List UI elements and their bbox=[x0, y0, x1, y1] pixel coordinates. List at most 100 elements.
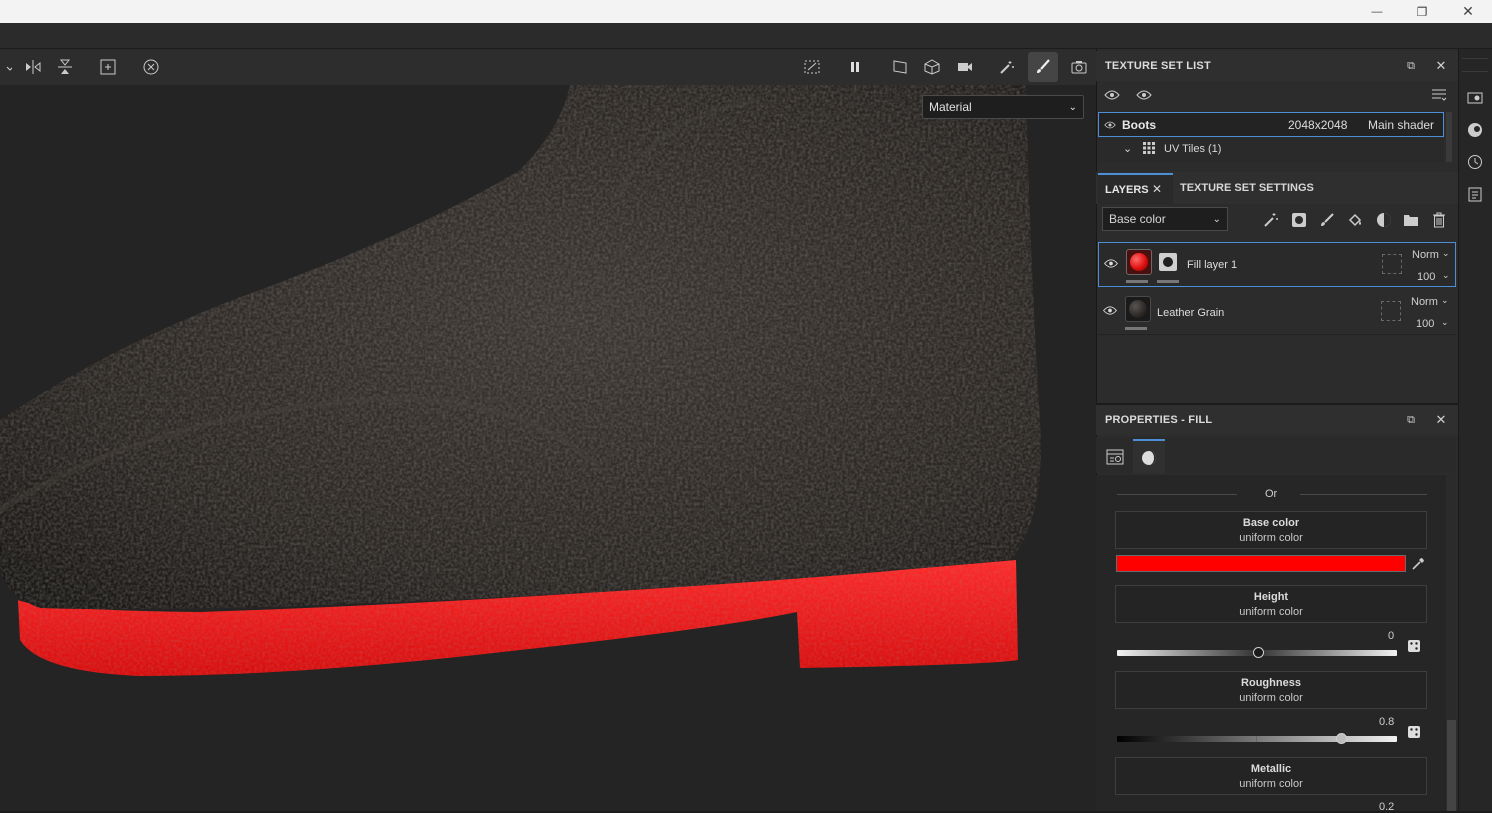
camera-settings-button[interactable] bbox=[950, 52, 980, 82]
display-settings-icon bbox=[1467, 92, 1483, 104]
add-paint-layer-button[interactable] bbox=[1318, 211, 1336, 229]
channel-dropdown[interactable]: Base color ⌄ bbox=[1102, 207, 1228, 231]
texture-set-list-title: TEXTURE SET LIST bbox=[1105, 60, 1211, 72]
texture-set-menu-button[interactable] bbox=[1430, 86, 1448, 104]
dice-icon bbox=[1408, 726, 1420, 738]
height-channel-button[interactable]: Height uniform color bbox=[1115, 585, 1427, 623]
tab-layers-label: LAYERS bbox=[1105, 184, 1149, 196]
metallic-channel-button[interactable]: Metallic uniform color bbox=[1115, 757, 1427, 795]
height-random-button[interactable] bbox=[1405, 637, 1423, 655]
sidebar-history[interactable] bbox=[1467, 154, 1483, 170]
height-slider[interactable] bbox=[1117, 647, 1397, 658]
chevron-down-icon: ⌄ bbox=[1212, 213, 1221, 225]
eyedropper-icon bbox=[1412, 558, 1424, 570]
minimize-button[interactable]: — bbox=[1354, 0, 1400, 23]
height-slider-handle[interactable] bbox=[1253, 647, 1264, 658]
toggle-visibility-all-button[interactable] bbox=[1103, 86, 1121, 104]
frame-selection-button[interactable] bbox=[93, 52, 123, 82]
eye-icon[interactable] bbox=[1102, 305, 1118, 319]
chevron-down-icon[interactable]: ⌄ bbox=[1442, 270, 1450, 281]
close-texture-set-button[interactable]: ✕ bbox=[1432, 57, 1450, 75]
layer-row-leather-grain[interactable]: Leather Grain Norm ⌄ 100 ⌄ bbox=[1098, 290, 1456, 335]
roughness-value[interactable]: 0.8 bbox=[1379, 716, 1394, 728]
properties-title: PROPERTIES - FILL bbox=[1105, 414, 1213, 426]
mirror-y-icon bbox=[58, 59, 72, 74]
layer-anchor-slot[interactable] bbox=[1382, 254, 1402, 274]
eye-cycle-icon bbox=[1104, 90, 1120, 100]
eye-icon[interactable] bbox=[1104, 119, 1116, 133]
roughness-slider-handle[interactable] bbox=[1336, 733, 1347, 744]
sidebar-log[interactable] bbox=[1467, 186, 1483, 202]
close-icon[interactable]: ✕ bbox=[1152, 182, 1162, 196]
roughness-random-button[interactable] bbox=[1405, 723, 1423, 741]
reset-view-button[interactable] bbox=[136, 52, 166, 82]
undock-properties-button[interactable]: ⧉ bbox=[1402, 411, 1420, 429]
screenshot-button[interactable] bbox=[1064, 52, 1094, 82]
height-value[interactable]: 0 bbox=[1388, 630, 1394, 642]
solo-visibility-button[interactable] bbox=[1135, 86, 1153, 104]
eye-icon[interactable] bbox=[1103, 258, 1119, 272]
toggle-hud-button[interactable] bbox=[797, 52, 827, 82]
chevron-down-icon[interactable]: ⌄ bbox=[1441, 317, 1449, 328]
texture-set-scrollbar[interactable] bbox=[1446, 112, 1452, 162]
brush-settings-button[interactable] bbox=[992, 52, 1022, 82]
mirror-x-button[interactable] bbox=[18, 52, 48, 82]
texture-set-row-boots[interactable]: Boots 2048x2048 Main shader bbox=[1098, 112, 1444, 137]
view-3d-button[interactable] bbox=[917, 52, 947, 82]
layer-anchor-slot[interactable] bbox=[1381, 301, 1401, 321]
sidebar-display-settings[interactable] bbox=[1467, 90, 1483, 106]
paint-mode-button[interactable] bbox=[1028, 52, 1058, 82]
delete-layer-button[interactable] bbox=[1430, 211, 1448, 229]
close-icon: ✕ bbox=[1462, 3, 1474, 19]
color-picker-button[interactable] bbox=[1409, 555, 1427, 573]
uv-tiles-row[interactable]: ⌄ UV Tiles (1) bbox=[1098, 138, 1444, 162]
mirror-y-button[interactable] bbox=[50, 52, 80, 82]
layer-opacity[interactable]: 100 bbox=[1417, 271, 1435, 283]
tab-texture-set-settings[interactable]: TEXTURE SET SETTINGS bbox=[1180, 182, 1314, 194]
close-properties-button[interactable]: ✕ bbox=[1432, 411, 1450, 429]
add-fill-layer-button[interactable] bbox=[1346, 211, 1364, 229]
tab-layers[interactable]: LAYERS ✕ bbox=[1098, 173, 1173, 204]
base-color-channel-button[interactable]: Base color uniform color bbox=[1115, 511, 1427, 549]
blend-mode[interactable]: Norm bbox=[1412, 249, 1439, 261]
tab-material-properties[interactable] bbox=[1133, 439, 1165, 473]
layer-row-fill-layer-1[interactable]: Fill layer 1 Norm ⌄ 100 ⌄ bbox=[1098, 242, 1456, 287]
roughness-channel-button[interactable]: Roughness uniform color bbox=[1115, 671, 1427, 709]
divider-line bbox=[1300, 494, 1427, 495]
chevron-down-icon[interactable]: ⌄ bbox=[1123, 142, 1132, 155]
toolbar-dropdown-chevron[interactable] bbox=[0, 52, 18, 82]
layer-opacity[interactable]: 100 bbox=[1416, 318, 1434, 330]
metallic-value[interactable]: 0.2 bbox=[1379, 801, 1394, 813]
add-effect-button[interactable] bbox=[1262, 211, 1280, 229]
clipboard-icon bbox=[1468, 187, 1482, 202]
pause-button[interactable] bbox=[840, 52, 870, 82]
blend-mode[interactable]: Norm bbox=[1411, 296, 1438, 308]
sidebar-grip[interactable] bbox=[1462, 58, 1488, 72]
chevron-down-icon[interactable]: ⌄ bbox=[1442, 248, 1450, 259]
add-mask-button[interactable] bbox=[1290, 211, 1308, 229]
sidebar-shader-settings[interactable] bbox=[1467, 122, 1483, 138]
view-2d-button[interactable] bbox=[885, 52, 915, 82]
add-folder-button[interactable] bbox=[1402, 211, 1420, 229]
tab-fill-properties[interactable] bbox=[1106, 448, 1124, 466]
undock-texture-set-button[interactable]: ⧉ bbox=[1402, 57, 1420, 75]
leather-layer-thumbnail[interactable] bbox=[1125, 296, 1151, 322]
chevron-down-icon[interactable]: ⌄ bbox=[1441, 295, 1449, 306]
base-color-swatch[interactable] bbox=[1116, 555, 1406, 572]
properties-scrollbar-thumb[interactable] bbox=[1447, 720, 1456, 811]
restore-button[interactable]: ❐ bbox=[1399, 0, 1445, 23]
history-icon bbox=[1468, 155, 1482, 169]
wand-icon bbox=[1000, 61, 1014, 74]
fill-layer-thumbnail[interactable] bbox=[1126, 249, 1152, 275]
pause-icon bbox=[851, 62, 859, 72]
dice-icon bbox=[1408, 640, 1420, 652]
add-smart-material-button[interactable] bbox=[1375, 211, 1393, 229]
roughness-slider[interactable] bbox=[1117, 733, 1397, 744]
layer-name: Leather Grain bbox=[1157, 307, 1225, 319]
viewport-shader-dropdown[interactable]: Material ⌄ bbox=[922, 95, 1084, 119]
3d-viewport[interactable] bbox=[0, 49, 1096, 811]
mask-thumbnail[interactable] bbox=[1159, 253, 1177, 271]
cube-icon bbox=[924, 59, 940, 75]
roughness-source: uniform color bbox=[1239, 692, 1303, 704]
close-window-button[interactable]: ✕ bbox=[1445, 0, 1491, 23]
